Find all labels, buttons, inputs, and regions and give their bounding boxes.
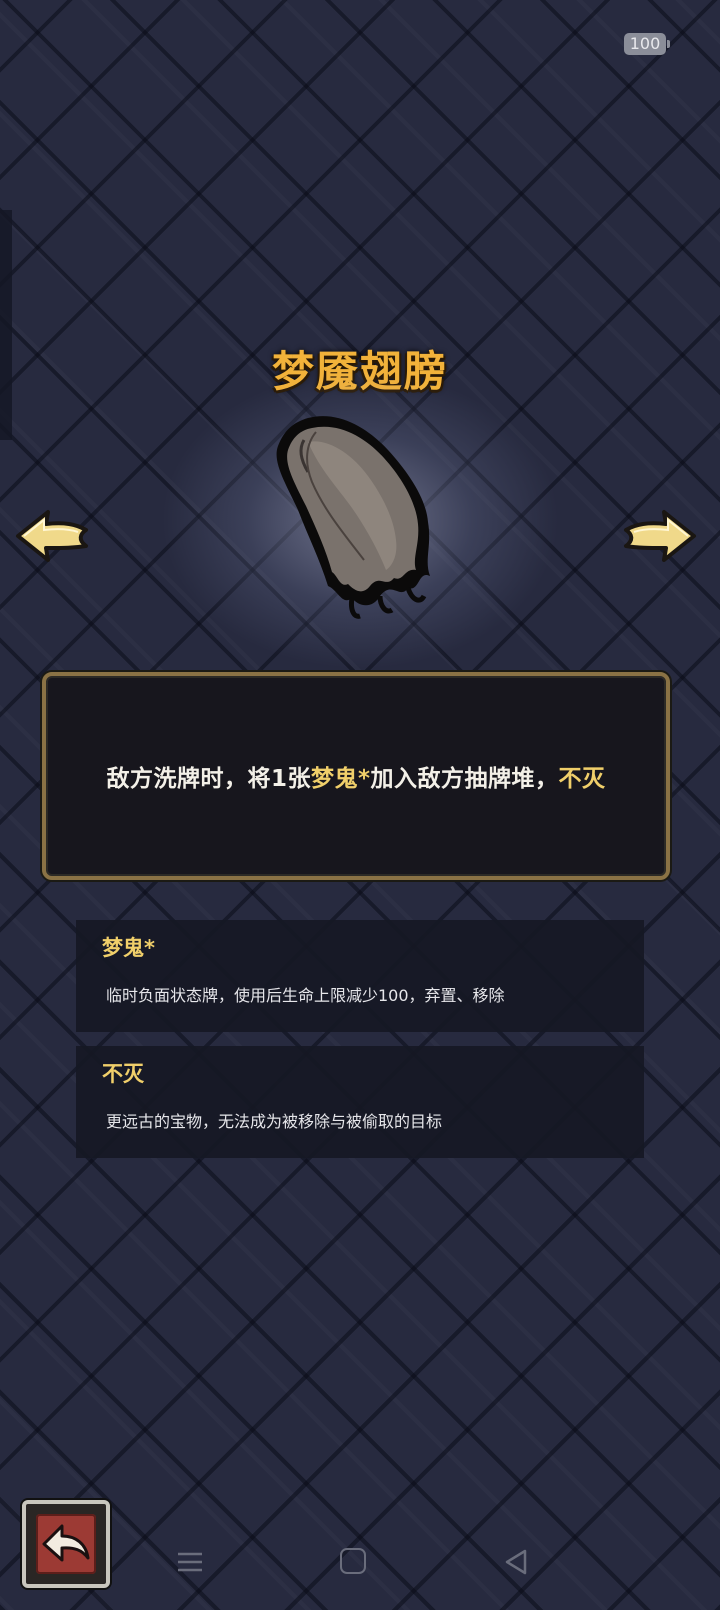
back-button[interactable] [22,1500,110,1588]
menu-icon[interactable] [176,1548,204,1576]
description-keyword-dream-ghost: 梦鬼* [310,766,371,792]
keyword-panel-dream-ghost: 梦鬼* 临时负面状态牌，使用后生命上限减少100，弃置、移除 [76,920,644,1032]
tattered-wing-icon [276,416,430,619]
keyword-text: 临时负面状态牌，使用后生命上限减少100，弃置、移除 [106,986,505,1005]
description-keyword-immortal: 不灭 [558,766,606,792]
return-arrow-icon [42,1524,90,1562]
item-description-box: 敌方洗牌时，将1张梦鬼*加入敌方抽牌堆，不灭 [42,672,670,880]
battery-indicator: 100 [624,33,670,55]
description-part2: 加入敌方抽牌堆， [370,766,559,792]
keyword-title: 不灭 [102,1062,144,1086]
home-icon[interactable] [340,1548,366,1574]
arrow-right-icon[interactable] [620,508,698,564]
description-part1: 敌方洗牌时，将1张 [106,766,311,792]
back-button-face [36,1514,96,1574]
back-triangle-icon[interactable] [503,1548,529,1576]
keyword-text: 更远古的宝物，无法成为被移除与被偷取的目标 [106,1112,443,1131]
item-description: 敌方洗牌时，将1张梦鬼*加入敌方抽牌堆，不灭 [106,759,605,793]
arrow-left-icon[interactable] [14,508,92,564]
keyword-panel-immortal: 不灭 更远古的宝物，无法成为被移除与被偷取的目标 [76,1046,644,1158]
side-panel-edge [0,210,12,440]
keyword-title: 梦鬼* [102,936,155,960]
